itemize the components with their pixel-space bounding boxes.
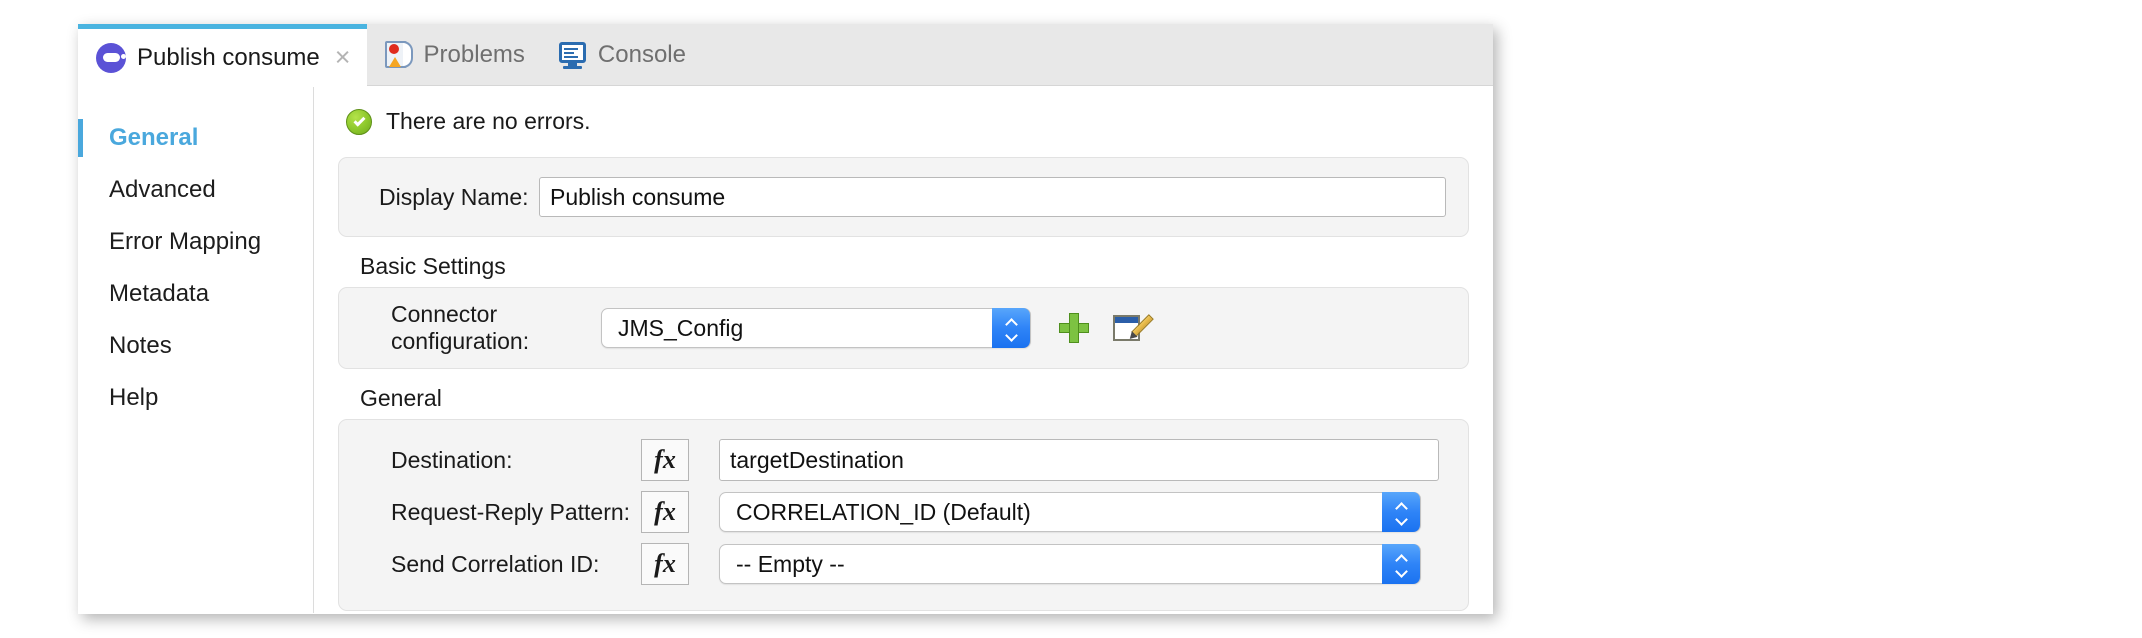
destination-input[interactable]: targetDestination (719, 439, 1439, 481)
properties-sidebar: General Advanced Error Mapping Metadata … (78, 86, 314, 613)
request-reply-pattern-fx-button[interactable]: fx (641, 491, 689, 533)
console-icon (559, 41, 587, 69)
close-icon[interactable]: × (335, 44, 351, 71)
editor-body: General Advanced Error Mapping Metadata … (78, 86, 1493, 613)
basic-settings-title: Basic Settings (338, 253, 1469, 280)
request-reply-pattern-row: Request-Reply Pattern: fx CORRELATION_ID… (361, 486, 1446, 538)
sidebar-item-label: Error Mapping (109, 228, 261, 256)
tab-label: Problems (424, 43, 525, 67)
sidebar-item-advanced[interactable]: Advanced (78, 164, 313, 216)
chevron-up-icon (1006, 320, 1017, 326)
problems-icon (385, 40, 413, 70)
status-text: There are no errors. (386, 108, 591, 135)
sidebar-item-error-mapping[interactable]: Error Mapping (78, 216, 313, 268)
destination-fx-button[interactable]: fx (641, 439, 689, 481)
chevron-down-icon (1396, 567, 1407, 573)
connector-configuration-value: JMS_Config (618, 315, 743, 342)
properties-content: There are no errors. Display Name: Publi… (314, 86, 1493, 613)
jms-publish-icon (96, 43, 126, 73)
general-section-title: General (338, 385, 1469, 412)
chevron-down-icon (1396, 515, 1407, 521)
send-correlation-id-label: Send Correlation ID: (361, 551, 641, 578)
request-reply-pattern-label: Request-Reply Pattern: (361, 499, 641, 526)
sidebar-item-notes[interactable]: Notes (78, 320, 313, 372)
connector-configuration-label: Connector configuration: (361, 301, 601, 355)
sidebar-item-help[interactable]: Help (78, 372, 313, 424)
properties-editor-window: Publish consume × Problems Console (78, 24, 1493, 614)
chevron-up-icon (1396, 504, 1407, 510)
general-panel: Destination: fx targetDestination Reques… (338, 419, 1469, 611)
green-plus-icon[interactable] (1059, 313, 1089, 343)
display-name-row: Display Name: Publish consume (361, 176, 1446, 218)
tab-publish-consume[interactable]: Publish consume × (78, 24, 367, 86)
screenshot-root: Publish consume × Problems Console (0, 0, 2142, 638)
sidebar-item-label: Advanced (109, 176, 216, 204)
sidebar-item-label: Help (109, 384, 158, 412)
sidebar-item-metadata[interactable]: Metadata (78, 268, 313, 320)
connector-configuration-row: Connector configuration: JMS_Config (361, 306, 1446, 350)
sidebar-item-label: Notes (109, 332, 172, 360)
tab-label: Publish consume (137, 46, 320, 70)
send-correlation-id-fx-button[interactable]: fx (641, 543, 689, 585)
stepper-icon[interactable] (1382, 544, 1420, 584)
chevron-up-icon (1396, 556, 1407, 562)
request-reply-pattern-select[interactable]: CORRELATION_ID (Default) (719, 492, 1421, 532)
destination-label: Destination: (361, 447, 641, 474)
success-check-icon (346, 109, 372, 135)
send-correlation-id-select[interactable]: -- Empty -- (719, 544, 1421, 584)
edit-pencil-icon[interactable] (1113, 313, 1145, 343)
tab-label: Console (598, 43, 686, 67)
display-name-input[interactable]: Publish consume (539, 177, 1446, 217)
request-reply-pattern-value: CORRELATION_ID (Default) (736, 499, 1031, 526)
connector-configuration-select[interactable]: JMS_Config (601, 308, 1031, 348)
editor-tab-bar: Publish consume × Problems Console (78, 24, 1493, 86)
destination-row: Destination: fx targetDestination (361, 434, 1446, 486)
stepper-icon[interactable] (1382, 492, 1420, 532)
sidebar-item-label: Metadata (109, 280, 209, 308)
sidebar-item-label: General (109, 124, 198, 152)
tab-problems[interactable]: Problems (367, 24, 541, 86)
sidebar-item-general[interactable]: General (78, 112, 313, 164)
stepper-icon[interactable] (992, 308, 1030, 348)
send-correlation-id-value: -- Empty -- (736, 551, 845, 578)
chevron-down-icon (1006, 331, 1017, 337)
basic-settings-panel: Connector configuration: JMS_Config (338, 287, 1469, 369)
validation-status: There are no errors. (338, 108, 1469, 135)
display-name-label: Display Name: (361, 184, 539, 211)
display-name-panel: Display Name: Publish consume (338, 157, 1469, 237)
tab-console[interactable]: Console (541, 24, 702, 86)
send-correlation-id-row: Send Correlation ID: fx -- Empty -- (361, 538, 1446, 590)
